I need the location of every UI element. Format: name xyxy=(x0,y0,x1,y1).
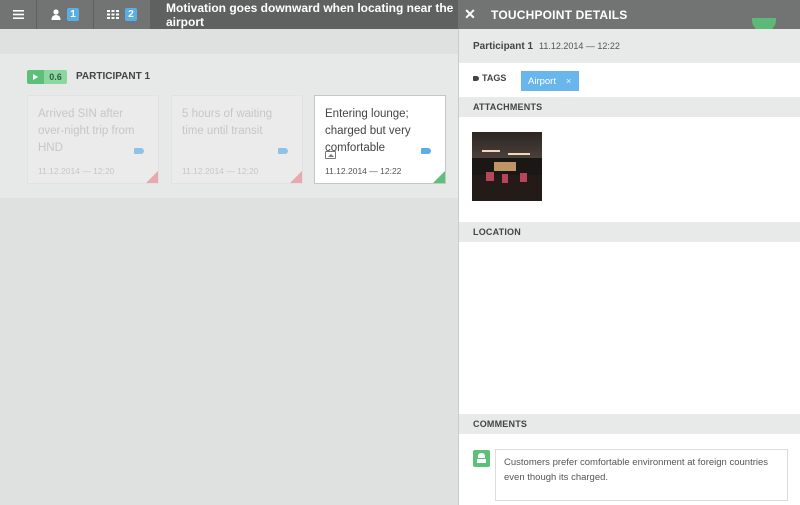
touchpoint-card[interactable]: 5 hours of waiting time until transit 11… xyxy=(171,95,303,184)
card-text: Arrived SIN after over-night trip from H… xyxy=(38,108,135,154)
card-date: 11.12.2014 — 12:20 xyxy=(38,166,115,176)
location-header: LOCATION xyxy=(459,222,800,242)
attachment-thumbnail[interactable] xyxy=(472,132,542,201)
touchpoint-details-panel: Participant 1 11.12.2014 — 12:22 TAGS Ai… xyxy=(458,29,800,505)
tags-label-text: TAGS xyxy=(482,73,507,83)
card-text: Entering lounge; charged but very comfor… xyxy=(325,108,411,154)
tag-chip-airport[interactable]: Airport × xyxy=(521,71,579,91)
card-date: 11.12.2014 — 12:22 xyxy=(325,166,402,176)
tags-row: TAGS Airport × xyxy=(459,63,800,97)
touchpoint-datetime: 11.12.2014 — 12:22 xyxy=(539,41,620,51)
tag-icon xyxy=(278,148,288,154)
touchpoint-card[interactable]: Arrived SIN after over-night trip from H… xyxy=(27,95,159,184)
participants-count-badge: 1 xyxy=(67,8,79,21)
image-attachment-icon xyxy=(325,151,336,159)
card-date: 11.12.2014 — 12:20 xyxy=(182,166,259,176)
tag-icon xyxy=(134,148,144,154)
tag-icon xyxy=(473,75,479,81)
card-text: 5 hours of waiting time until transit xyxy=(182,108,273,137)
score-value: 0.6 xyxy=(44,70,67,84)
touchpoint-meta: Participant 1 11.12.2014 — 12:22 xyxy=(459,29,800,63)
participant-name: Participant 1 xyxy=(473,40,534,52)
sentiment-positive-marker xyxy=(433,171,445,183)
attachments-header: ATTACHMENTS xyxy=(459,97,800,117)
touchpoint-card-selected[interactable]: Entering lounge; charged but very comfor… xyxy=(314,95,446,184)
score-badge[interactable]: 0.6 xyxy=(27,70,67,84)
grid-icon xyxy=(107,10,120,19)
comment-text[interactable]: Customers prefer comfortable environment… xyxy=(495,449,788,501)
top-bar: 1 2 Motivation goes downward when locati… xyxy=(0,0,800,32)
touchpoints-button[interactable]: 2 xyxy=(94,0,151,29)
sentiment-negative-marker xyxy=(146,171,158,183)
sentiment-negative-marker xyxy=(290,171,302,183)
tag-icon xyxy=(421,148,431,154)
participant-label: PARTICIPANT 1 xyxy=(76,71,151,82)
panel-title: TOUCHPOINT DETAILS xyxy=(491,7,628,22)
close-panel-button[interactable]: ✕ xyxy=(458,0,482,29)
play-icon xyxy=(27,70,44,84)
comments-header: COMMENTS xyxy=(459,414,800,434)
touchpoints-count-badge: 2 xyxy=(125,8,137,21)
hamburger-icon xyxy=(12,10,24,19)
tags-label: TAGS xyxy=(473,73,506,83)
tag-chip-label: Airport xyxy=(528,75,556,87)
menu-button[interactable] xyxy=(0,0,37,29)
location-map-area[interactable] xyxy=(459,242,800,414)
commenter-avatar xyxy=(473,450,490,467)
participants-button[interactable]: 1 xyxy=(37,0,94,29)
remove-tag-button[interactable]: × xyxy=(566,76,571,86)
journey-title: Motivation goes downward when locating n… xyxy=(151,0,458,29)
close-icon: ✕ xyxy=(464,6,476,22)
user-icon xyxy=(51,9,61,20)
